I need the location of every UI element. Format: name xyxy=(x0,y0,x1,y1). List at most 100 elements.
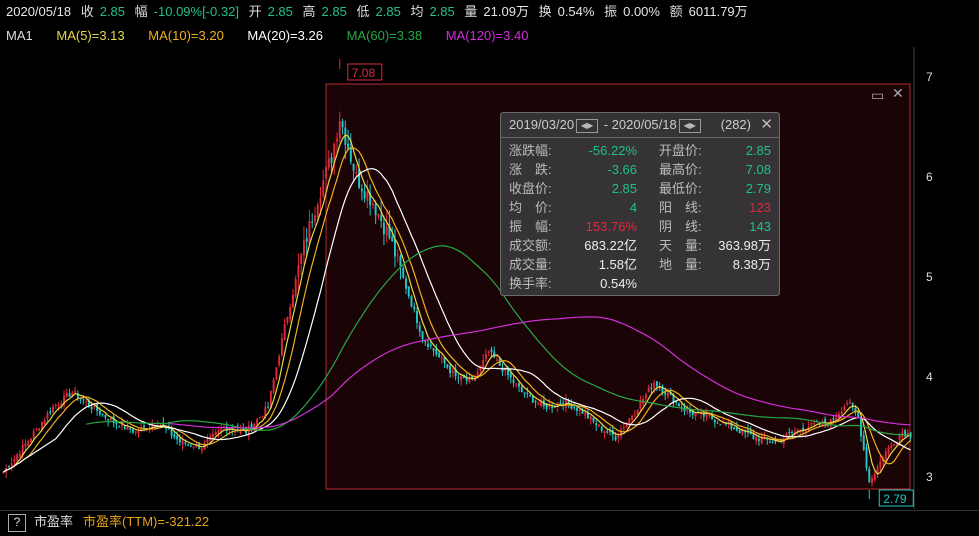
candle-body xyxy=(496,359,498,361)
stat-value: 2.85 xyxy=(745,143,771,158)
y-tick-label: 3 xyxy=(926,470,933,484)
indicator-bar: ? 市盈率 市盈率(TTM)=-321.22 xyxy=(0,510,979,536)
candle-body xyxy=(294,278,297,296)
candle-body xyxy=(49,411,52,414)
candle-body xyxy=(802,427,805,430)
candle-body xyxy=(631,415,634,421)
stats-row: 振 幅: 153.76% 阴 线: 143 xyxy=(509,217,771,236)
candle-body xyxy=(54,404,57,406)
stats-row: 成交额: 683.22亿 天 量: 363.98万 xyxy=(509,236,771,255)
candle-body xyxy=(686,410,689,412)
high-marker-label: 7.08 xyxy=(352,66,376,80)
stat-value: 153.76% xyxy=(585,219,637,234)
ma5-value: MA(5)=3.13 xyxy=(56,28,125,43)
candle-body xyxy=(716,422,719,424)
candle-body xyxy=(184,442,187,444)
candle-body xyxy=(319,197,322,204)
candle-body xyxy=(904,430,907,437)
stat-key: 地 量: xyxy=(659,257,702,272)
low-marker-label: 2.79 xyxy=(883,492,907,506)
ma1-label[interactable]: MA1 xyxy=(6,28,33,43)
candle-body xyxy=(600,426,603,431)
candle-body xyxy=(314,215,316,222)
candle-body xyxy=(407,286,410,297)
y-tick-label: 7 xyxy=(926,70,933,84)
y-tick-label: 4 xyxy=(926,370,933,384)
stat-value: 2.85 xyxy=(611,181,637,196)
candle-body xyxy=(16,454,19,461)
candle-body xyxy=(65,392,68,397)
stat-key: 最低价: xyxy=(659,181,702,196)
volume-value: 21.09万 xyxy=(483,4,529,19)
stat-key: 成交量: xyxy=(509,257,552,272)
ma20-value: MA(20)=3.26 xyxy=(247,28,323,43)
close-icon[interactable]: ✕ xyxy=(892,85,904,102)
stats-row: 成交量: 1.58亿 地 量: 8.38万 xyxy=(509,255,771,274)
candle-body xyxy=(581,410,584,414)
amount-value: 6011.79万 xyxy=(688,4,748,19)
candle-body xyxy=(840,411,843,415)
candle-body xyxy=(650,387,653,389)
candle-body xyxy=(482,359,485,368)
candle-body xyxy=(10,463,13,466)
candle-body xyxy=(595,423,598,426)
range-stats-panel: 2019/03/20 ◀▶ - 2020/05/18 ◀▶ (282) ✕ 涨跌幅:… xyxy=(500,112,780,296)
candle-body xyxy=(352,163,355,171)
stat-value: 1.58亿 xyxy=(598,257,637,272)
candle-body xyxy=(848,402,851,404)
candle-body xyxy=(755,437,758,441)
candle-body xyxy=(134,431,137,433)
candle-body xyxy=(529,395,532,397)
candle-body xyxy=(32,431,35,439)
candle-body xyxy=(694,412,697,417)
pe-value: 市盈率(TTM)=-321.22 xyxy=(83,514,210,529)
candle-body xyxy=(551,406,554,408)
stat-value: 2.79 xyxy=(745,181,771,196)
help-icon[interactable]: ? xyxy=(8,513,26,532)
start-arrows-icon[interactable]: ◀▶ xyxy=(576,118,599,133)
candle-body xyxy=(192,446,195,448)
close-value: 2.85 xyxy=(99,4,126,19)
candle-body xyxy=(813,423,816,425)
candle-body xyxy=(7,466,10,468)
stat-value: 8.38万 xyxy=(732,257,771,272)
candle-body xyxy=(713,419,716,423)
end-arrows-icon[interactable]: ◀▶ xyxy=(678,118,701,133)
candle-body xyxy=(752,434,755,439)
candle-body xyxy=(272,379,275,393)
candle-body xyxy=(887,447,890,454)
ma60-value: MA(60)=3.38 xyxy=(346,28,423,43)
range-start: 2019/03/20 xyxy=(509,117,575,132)
candle-body xyxy=(308,221,311,244)
kline-chart[interactable]: 3 4 5 6 7 7.08 2.79 xyxy=(0,47,979,510)
candle-body xyxy=(603,431,606,434)
stat-key: 阳 线: xyxy=(659,200,702,215)
candle-body xyxy=(871,478,873,484)
candle-body xyxy=(898,435,901,440)
candle-body xyxy=(355,171,358,174)
restore-icon[interactable]: ▭ xyxy=(871,87,884,104)
candle-body xyxy=(512,379,515,383)
candle-body xyxy=(733,427,736,430)
candle-body xyxy=(879,461,882,468)
change-label: 幅 xyxy=(134,4,148,19)
pe-label[interactable]: 市盈率 xyxy=(34,514,73,529)
candle-body xyxy=(738,430,741,434)
candle-body xyxy=(68,393,71,397)
quote-info-bar: 2020/05/18 收 2.85 幅 -10.09%[-0.32] 开 2.85 高… xyxy=(0,0,979,24)
amplitude-label: 振 xyxy=(604,4,618,19)
candle-body xyxy=(865,447,868,469)
candle-body xyxy=(250,424,253,430)
candle-body xyxy=(341,121,344,128)
close-label: 收 xyxy=(80,4,94,19)
candle-body xyxy=(451,370,454,373)
candle-body xyxy=(884,451,887,460)
candle-body xyxy=(484,354,487,359)
candle-body xyxy=(137,431,140,434)
candle-body xyxy=(413,306,416,310)
candle-body xyxy=(289,306,292,319)
candle-body xyxy=(101,413,104,415)
close-icon[interactable]: ✕ xyxy=(760,113,773,137)
candle-body xyxy=(446,364,449,368)
candle-body xyxy=(29,438,32,442)
